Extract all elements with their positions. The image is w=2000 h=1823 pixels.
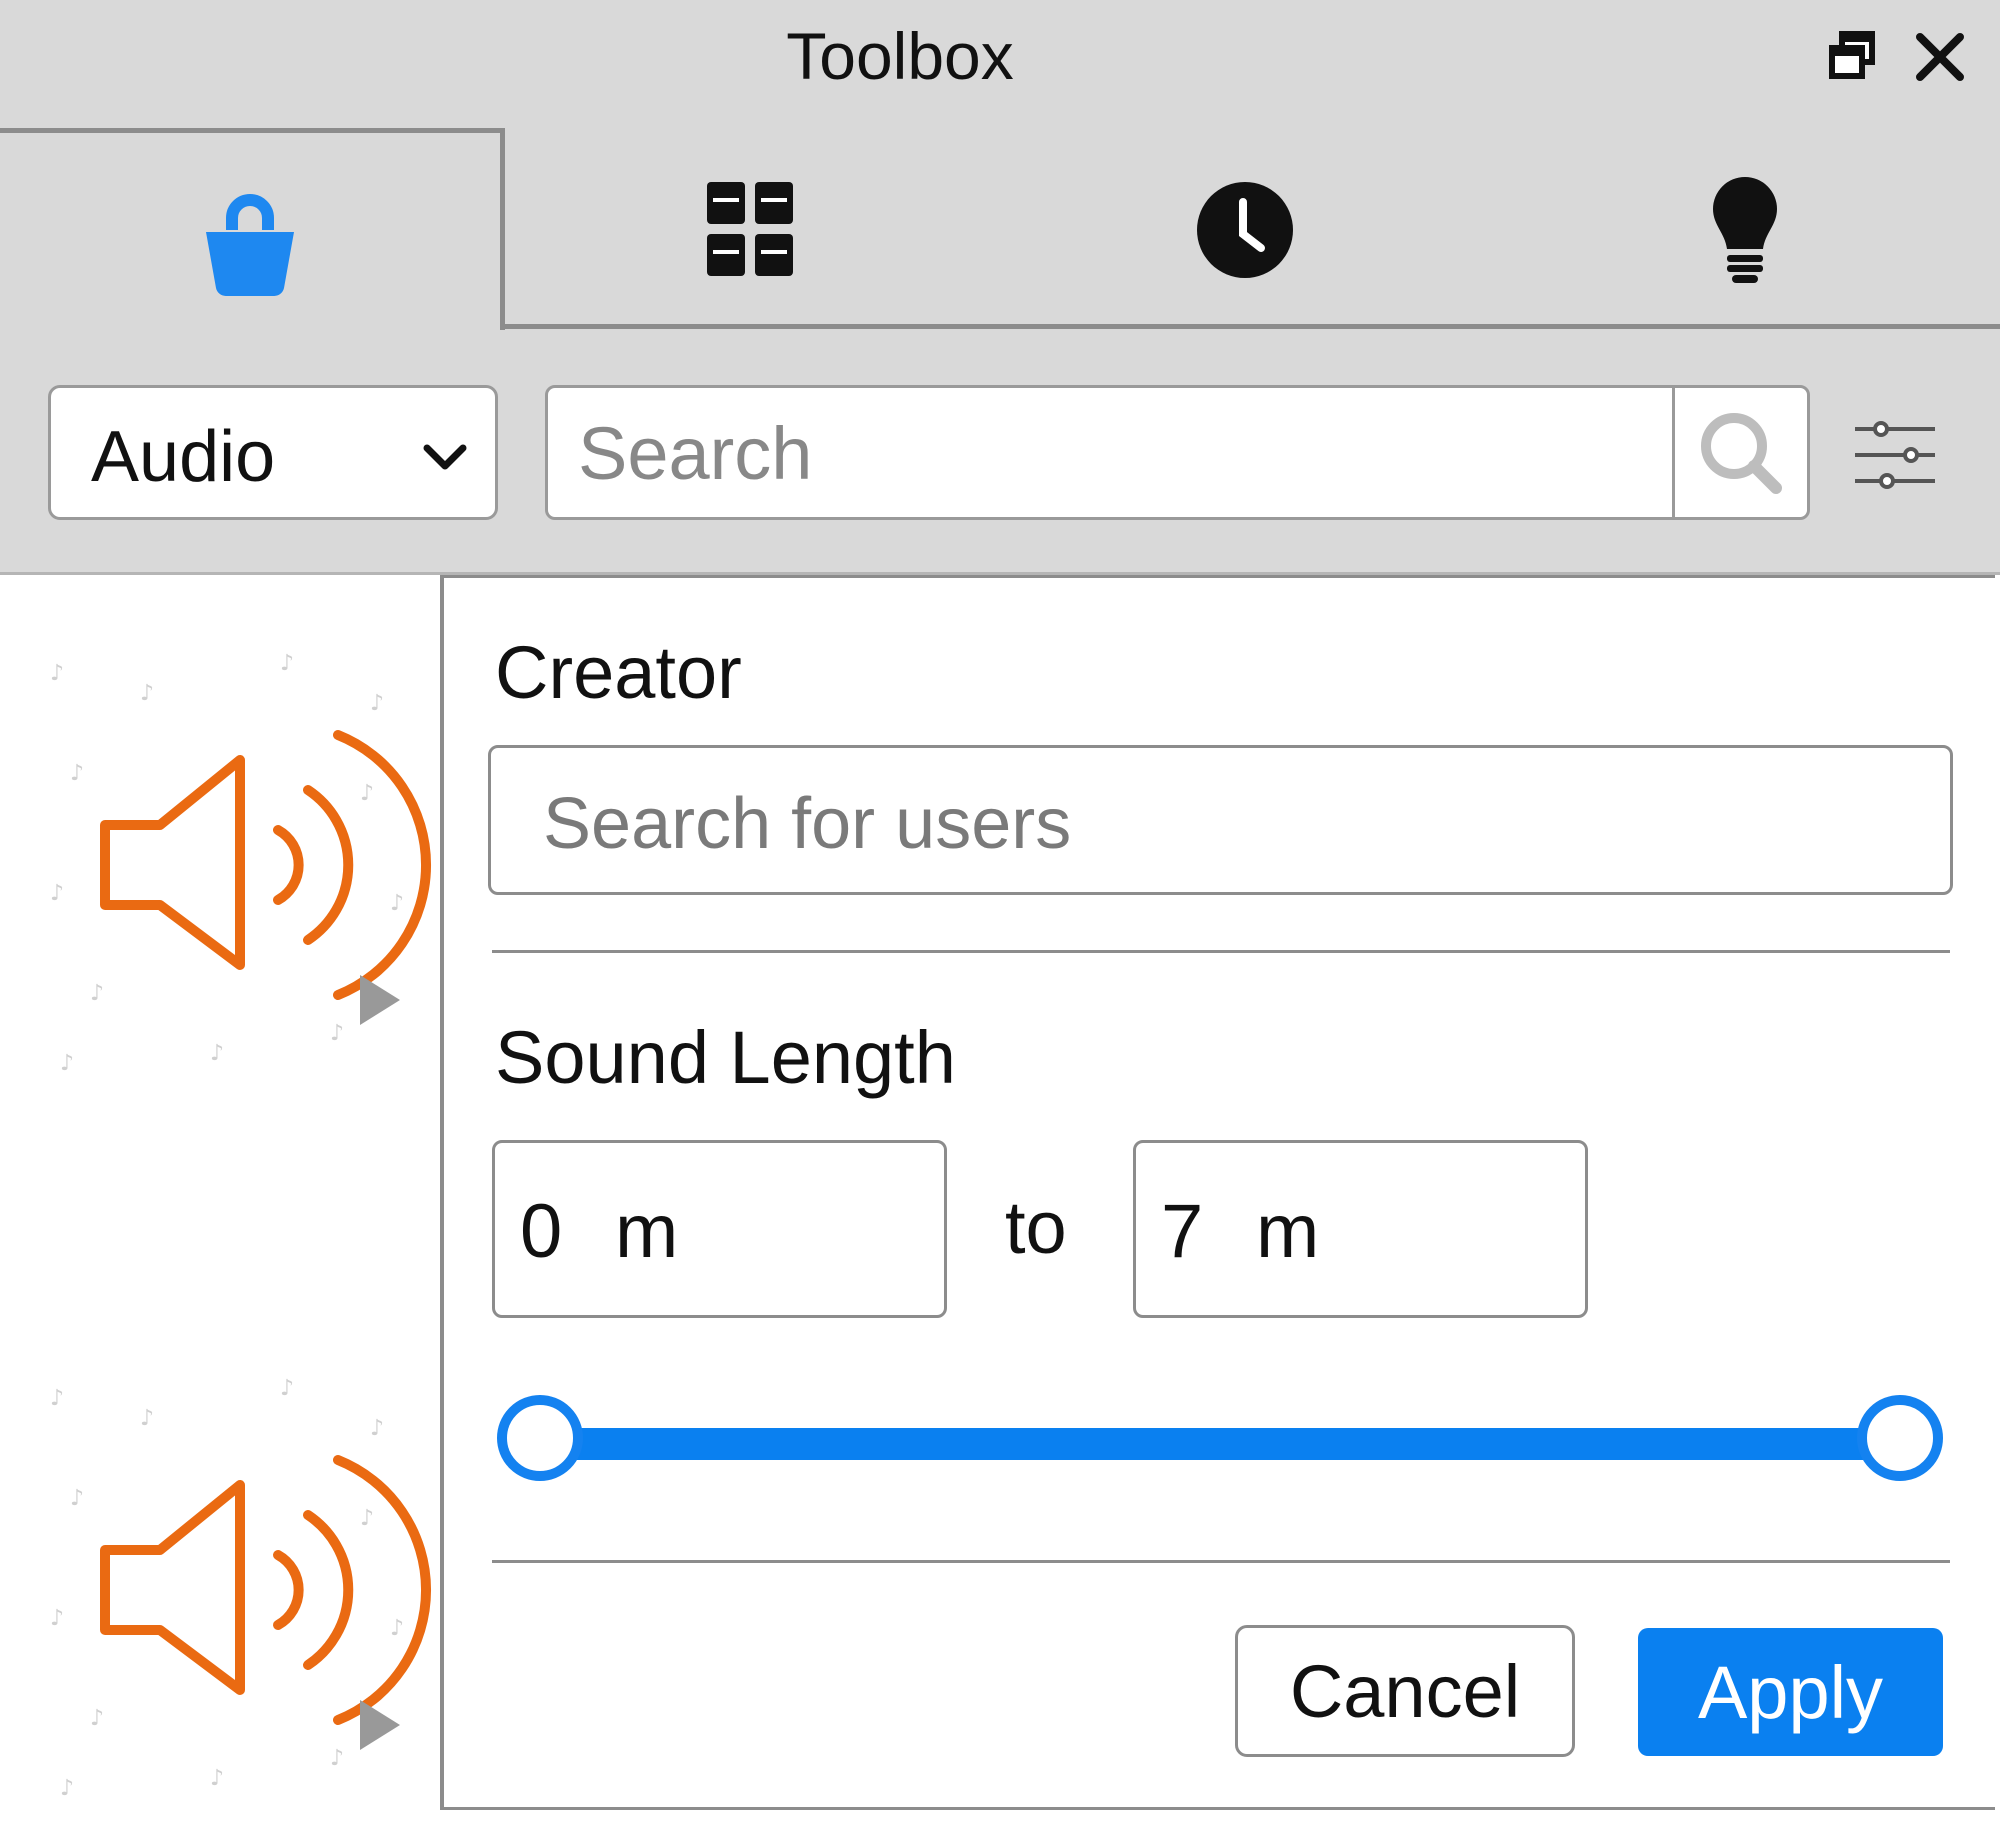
min-length-unit: m [615, 1189, 679, 1274]
restore-window-icon [1829, 31, 1875, 79]
close-window-button[interactable] [1905, 22, 1975, 92]
svg-text:♪: ♪ [70, 1486, 84, 1511]
svg-text:♪: ♪ [60, 1051, 74, 1076]
svg-text:♪: ♪ [390, 891, 404, 916]
svg-text:♪: ♪ [60, 1776, 74, 1801]
svg-text:♪: ♪ [330, 1746, 344, 1771]
search-icon [1701, 412, 1782, 494]
creator-field [488, 745, 1953, 895]
svg-text:♪: ♪ [70, 761, 84, 786]
tab-recent[interactable] [1175, 160, 1315, 300]
sliders-icon [1855, 421, 1935, 489]
svg-text:♪: ♪ [140, 681, 154, 706]
category-dropdown[interactable]: Audio [48, 385, 498, 520]
tab-inventory[interactable] [680, 160, 820, 300]
max-length-unit: m [1256, 1189, 1320, 1274]
window-title: Toolbox [786, 19, 1014, 93]
range-to-label: to [1005, 1186, 1067, 1269]
slider-min-handle[interactable] [497, 1395, 583, 1481]
audio-result-item[interactable]: ♪ ♪ ♪ ♪ ♪ ♪ ♪ ♪ ♪ ♪ ♪ ♪ [30, 1365, 440, 1815]
svg-text:♪: ♪ [370, 1416, 384, 1441]
search-button[interactable] [1672, 388, 1807, 517]
creator-search-input[interactable] [541, 768, 1905, 880]
tab-creations[interactable] [1675, 160, 1815, 300]
length-range-slider[interactable] [540, 1428, 1900, 1460]
category-value: Audio [91, 417, 276, 497]
max-length-input[interactable]: 7 m [1133, 1140, 1588, 1318]
lightbulb-icon [1713, 177, 1777, 283]
grid-icon [707, 182, 793, 276]
search-box [545, 385, 1810, 520]
svg-text:♪: ♪ [50, 1606, 64, 1631]
shopping-bag-icon [206, 194, 294, 297]
creator-label: Creator [495, 631, 742, 714]
restore-window-button[interactable] [1820, 24, 1884, 88]
tab-marketplace[interactable] [0, 128, 505, 332]
slider-max-handle[interactable] [1857, 1395, 1943, 1481]
svg-text:♪: ♪ [90, 1706, 104, 1731]
min-length-input[interactable]: 0 m [492, 1140, 947, 1318]
svg-text:♪: ♪ [50, 661, 64, 686]
divider [492, 950, 1950, 953]
cancel-button[interactable]: Cancel [1235, 1625, 1575, 1757]
svg-text:♪: ♪ [280, 651, 294, 676]
filter-button[interactable] [1845, 410, 1945, 500]
audio-result-item[interactable]: ♪ ♪ ♪ ♪ ♪ ♪ ♪ ♪ ♪ ♪ ♪ ♪ [30, 640, 440, 1090]
divider [492, 1560, 1950, 1563]
apply-button[interactable]: Apply [1638, 1628, 1943, 1756]
svg-text:♪: ♪ [330, 1021, 344, 1046]
sound-length-label: Sound Length [495, 1016, 956, 1099]
search-input[interactable] [576, 400, 1660, 507]
svg-text:♪: ♪ [50, 881, 64, 906]
speaker-icon: ♪ ♪ ♪ ♪ ♪ ♪ ♪ ♪ ♪ ♪ ♪ ♪ [50, 651, 432, 1076]
svg-text:♪: ♪ [360, 781, 374, 806]
svg-text:♪: ♪ [370, 691, 384, 716]
svg-text:♪: ♪ [360, 1506, 374, 1531]
svg-text:♪: ♪ [90, 981, 104, 1006]
svg-text:♪: ♪ [280, 1376, 294, 1401]
max-length-value: 7 [1161, 1189, 1204, 1274]
close-icon [1916, 33, 1964, 81]
svg-text:♪: ♪ [140, 1406, 154, 1431]
tab-divider [505, 324, 2000, 329]
svg-text:♪: ♪ [390, 1616, 404, 1641]
clock-icon [1197, 182, 1293, 278]
speaker-icon: ♪ ♪ ♪ ♪ ♪ ♪ ♪ ♪ ♪ ♪ ♪ ♪ [50, 1376, 432, 1801]
min-length-value: 0 [520, 1189, 563, 1274]
svg-text:♪: ♪ [50, 1386, 64, 1411]
svg-text:♪: ♪ [210, 1766, 224, 1791]
svg-text:♪: ♪ [210, 1041, 224, 1066]
chevron-down-icon [423, 444, 467, 470]
